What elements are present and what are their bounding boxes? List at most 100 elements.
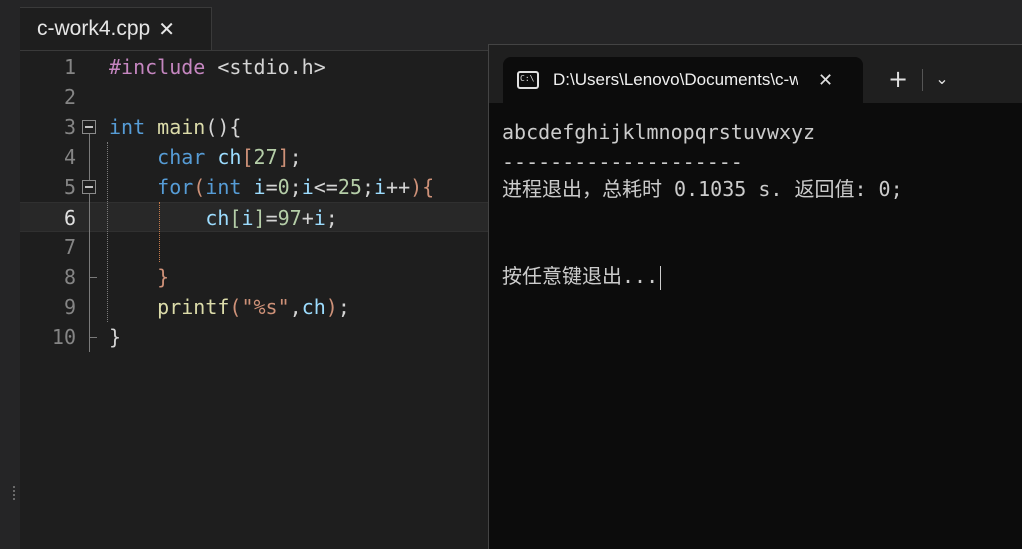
line-number: 2 <box>63 85 76 109</box>
code-token: ; <box>361 175 374 199</box>
code-line[interactable]: 9 printf("%s",ch); <box>20 292 490 322</box>
code-text: printf("%s",ch); <box>109 292 350 322</box>
new-tab-button[interactable]: + <box>887 61 909 97</box>
line-number: 1 <box>63 55 76 79</box>
code-token: ++ <box>386 175 411 199</box>
code-text: ch[i]=97+i; <box>109 203 338 233</box>
line-number: 10 <box>51 325 76 349</box>
code-token: ; <box>325 206 338 230</box>
close-icon[interactable]: ✕ <box>158 17 175 41</box>
fold-range-line <box>89 194 90 352</box>
code-editor[interactable]: 1 #include <stdio.h> 2 3 int main(){4 char c… <box>20 51 490 549</box>
code-token: } <box>157 265 170 289</box>
left-panel-strip <box>0 0 21 549</box>
code-token: ( <box>229 295 242 319</box>
terminal-line: -------------------- <box>502 147 743 177</box>
fold-collapse-icon[interactable] <box>82 180 96 194</box>
code-line[interactable]: 1 #include <stdio.h> <box>20 52 490 82</box>
code-token: <stdio.h> <box>217 55 326 79</box>
close-icon[interactable]: ✕ <box>818 70 833 91</box>
code-token: i <box>241 206 254 230</box>
code-token: ] <box>253 206 266 230</box>
code-token: #include <box>109 55 206 79</box>
code-token: 27 <box>253 145 278 169</box>
code-token: + <box>301 206 314 230</box>
fold-end-mark <box>89 337 97 338</box>
code-token: (){ <box>205 115 242 139</box>
terminal-line-text: abcdefghijklmnopqrstuvwxyz <box>502 120 816 144</box>
text-cursor <box>660 265 662 290</box>
code-token: i <box>313 206 326 230</box>
tab-c-work4-cpp[interactable]: c-work4.cpp ✕ <box>20 7 212 50</box>
desktop: c-work4.cpp ✕ 1 #include <stdio.h> 2 3 int m… <box>0 0 1022 549</box>
line-number: 6 <box>63 206 76 230</box>
console-icon <box>517 71 539 89</box>
code-token: ( <box>193 175 206 199</box>
code-token: } <box>109 325 122 349</box>
code-token: i <box>373 175 387 199</box>
line-number: 8 <box>63 265 76 289</box>
code-text: } <box>109 262 169 292</box>
terminal-line-text: -------------------- <box>502 150 743 174</box>
code-line[interactable]: 4 char ch[27]; <box>20 142 490 172</box>
resize-grip-icon[interactable] <box>13 486 15 500</box>
code-token: main <box>157 115 206 139</box>
tab-label: c-work4.cpp <box>37 17 151 40</box>
fold-collapse-icon[interactable] <box>82 120 96 134</box>
terminal-line-text: 进程退出，总耗时 0.1035 s. 返回值: 0; <box>502 177 903 201</box>
code-token: int <box>109 115 146 139</box>
terminal-title-bar: D:\Users\Lenovo\Documents\c-work4.exe ✕ … <box>489 45 1022 103</box>
terminal-line: abcdefghijklmnopqrstuvwxyz <box>502 117 815 147</box>
terminal-line-text: 按任意键退出... <box>502 264 659 288</box>
line-number: 5 <box>63 175 76 199</box>
code-token: printf <box>157 295 230 319</box>
terminal-line: 进程退出，总耗时 0.1035 s. 返回值: 0; <box>502 174 903 204</box>
terminal-tab-title: D:\Users\Lenovo\Documents\c-work4.exe <box>553 70 798 89</box>
fold-range-line <box>89 134 90 180</box>
terminal-line: 按任意键退出... <box>502 261 662 291</box>
code-token: 25 <box>337 175 362 199</box>
code-text: int main(){ <box>109 112 241 142</box>
code-line[interactable]: 6 ch[i]=97+i; <box>20 202 490 232</box>
fold-end-mark <box>89 277 97 278</box>
terminal-window: D:\Users\Lenovo\Documents\c-work4.exe ✕ … <box>488 44 1022 549</box>
code-token: ] <box>277 145 290 169</box>
line-number: 7 <box>63 235 76 259</box>
code-text: for(int i=0;i<=25;i++){ <box>109 172 434 202</box>
indent-guide <box>159 202 160 262</box>
code-token: 0 <box>277 175 290 199</box>
code-token: = <box>265 206 278 230</box>
code-token: ch <box>217 145 242 169</box>
code-token: = <box>265 175 278 199</box>
terminal-tab[interactable]: D:\Users\Lenovo\Documents\c-work4.exe ✕ <box>503 57 863 103</box>
code-token: ch <box>301 295 326 319</box>
line-number: 3 <box>63 115 76 139</box>
code-token: i <box>253 175 266 199</box>
line-number: 4 <box>63 145 76 169</box>
code-token: , <box>289 295 302 319</box>
code-token: ch <box>205 206 230 230</box>
indent-guide <box>107 142 108 322</box>
code-token: int <box>205 175 242 199</box>
code-text: #include <stdio.h> <box>109 52 326 82</box>
code-token: ){ <box>410 175 435 199</box>
divider <box>922 69 923 91</box>
code-token: 97 <box>277 206 302 230</box>
code-token: char <box>157 145 206 169</box>
chevron-down-icon[interactable]: ⌄ <box>931 61 953 97</box>
code-token: "%s" <box>241 295 290 319</box>
line-number: 9 <box>63 295 76 319</box>
code-line[interactable]: 7 <box>20 232 490 262</box>
code-text: } <box>109 322 121 352</box>
code-line[interactable]: 2 <box>20 82 490 112</box>
code-token: ; <box>337 295 350 319</box>
code-token: i <box>301 175 314 199</box>
